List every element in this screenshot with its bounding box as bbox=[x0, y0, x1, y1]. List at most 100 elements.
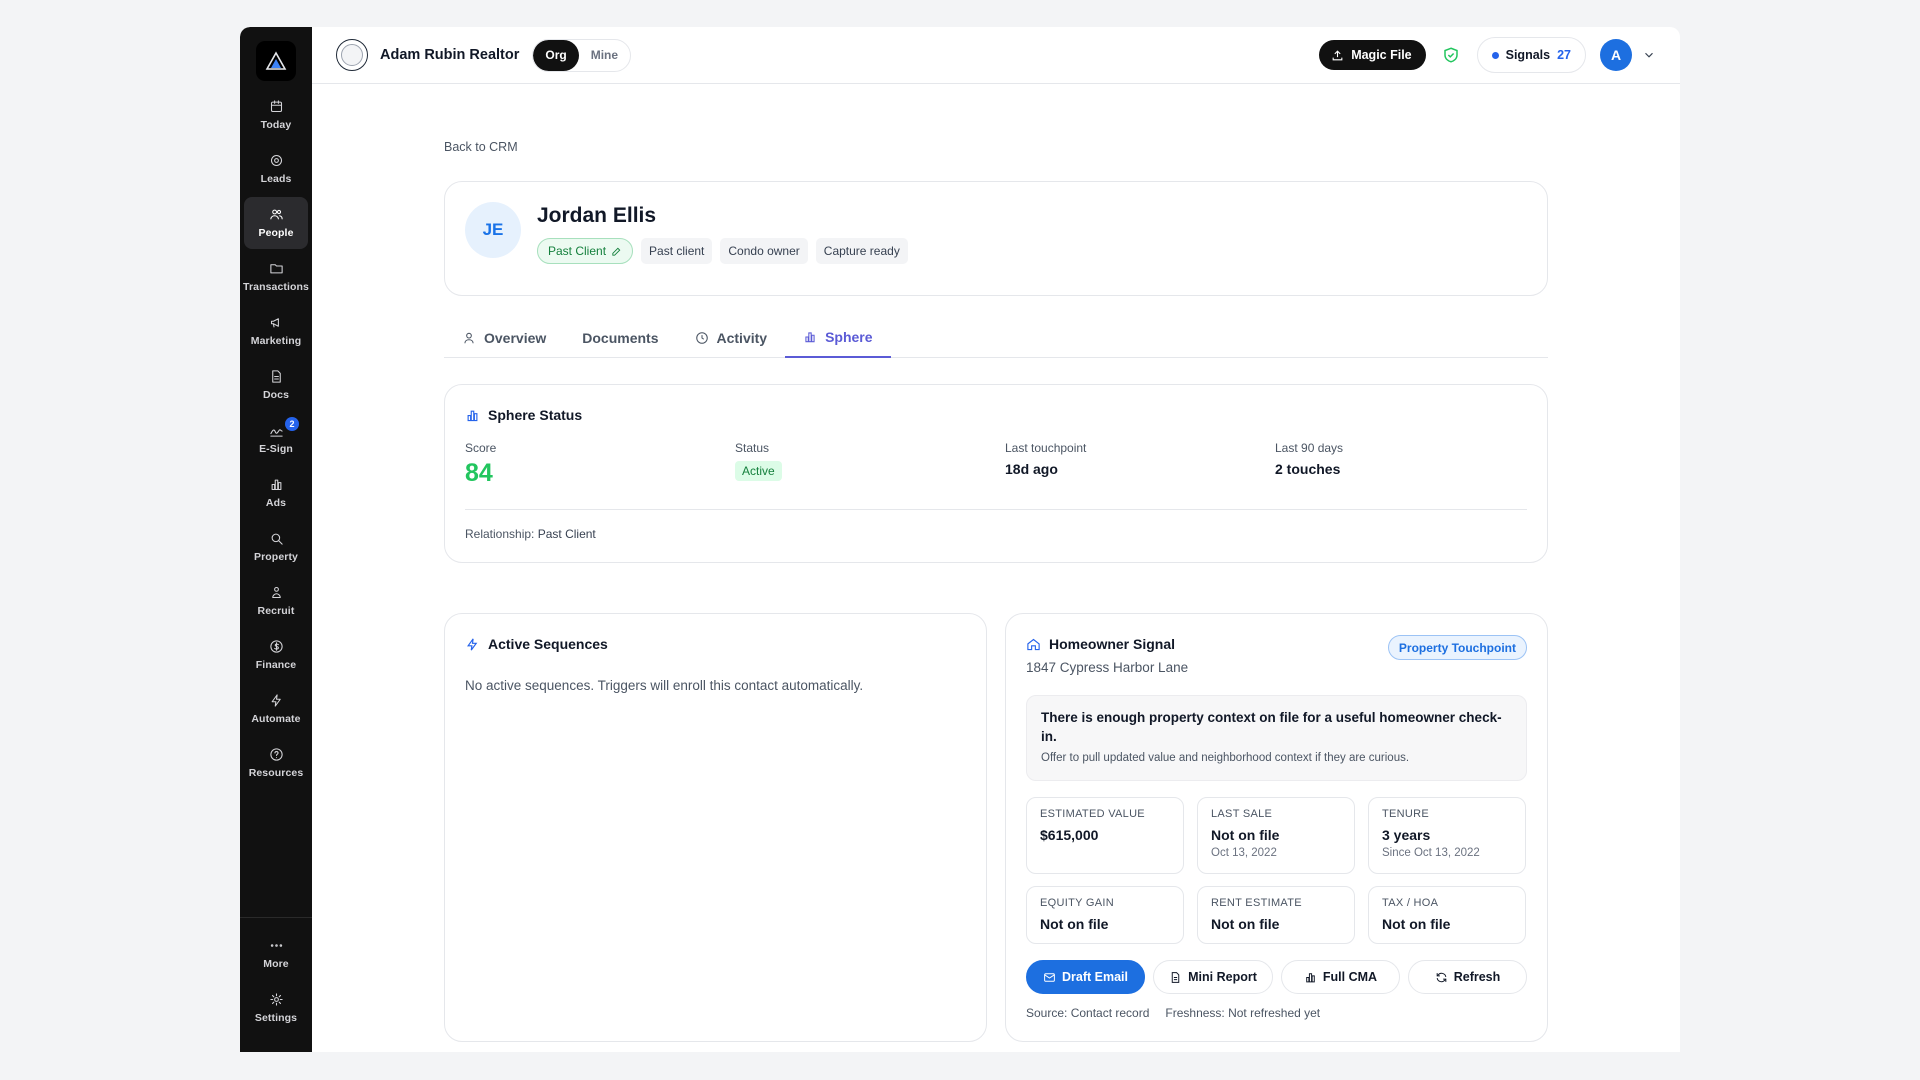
stat-label: Status bbox=[735, 441, 770, 455]
signals-button[interactable]: Signals 27 bbox=[1476, 37, 1586, 73]
sidebar-item-more[interactable]: More bbox=[244, 928, 308, 980]
org-logo[interactable] bbox=[336, 39, 368, 71]
metric-last-sale: LAST SALE Not on file Oct 13, 2022 bbox=[1197, 797, 1355, 874]
metric-value: Not on file bbox=[1211, 827, 1280, 843]
refresh-button[interactable]: Refresh bbox=[1408, 960, 1527, 994]
sidebar-item-e-sign[interactable]: E-Sign 2 bbox=[244, 413, 308, 465]
sidebar-item-label: Ads bbox=[265, 497, 287, 509]
more-icon bbox=[270, 944, 282, 947]
metric-tenure: TENURE 3 years Since Oct 13, 2022 bbox=[1368, 797, 1526, 874]
home-icon bbox=[1027, 638, 1040, 650]
sidebar-item-resources[interactable]: Resources bbox=[244, 737, 308, 789]
section-title: Homeowner Signal bbox=[1049, 636, 1176, 652]
calendar-icon bbox=[270, 100, 282, 113]
scope-mine-button[interactable]: Mine bbox=[579, 40, 630, 71]
sidebar-item-ads[interactable]: Ads bbox=[244, 467, 308, 519]
sidebar-item-today[interactable]: Today bbox=[244, 89, 308, 141]
button-label: Full CMA bbox=[1322, 970, 1378, 984]
tag-chip: Capture ready bbox=[815, 238, 908, 264]
draft-email-button[interactable]: Draft Email bbox=[1026, 960, 1145, 994]
sidebar-item-label: Automate bbox=[251, 713, 301, 725]
document-icon bbox=[271, 370, 281, 383]
sidebar-item-label: Docs bbox=[262, 389, 290, 401]
stat-value: 18d ago bbox=[1005, 461, 1058, 477]
shield-check-icon[interactable] bbox=[1442, 46, 1460, 64]
users-icon bbox=[271, 586, 281, 599]
sidebar-item-transactions[interactable]: Transactions bbox=[243, 251, 309, 303]
sidebar-item-property[interactable]: Property bbox=[244, 521, 308, 573]
status-stat: Status Active bbox=[735, 441, 782, 481]
app-logo[interactable] bbox=[256, 41, 296, 81]
tab-documents[interactable]: Documents bbox=[564, 318, 676, 358]
homeowner-signal-heading: Homeowner Signal bbox=[1026, 636, 1175, 652]
contact-avatar: JE bbox=[465, 202, 521, 258]
sidebar-item-settings[interactable]: Settings bbox=[244, 982, 308, 1034]
stage-chip[interactable]: Past Client bbox=[537, 238, 634, 264]
bar-chart-icon bbox=[271, 479, 281, 491]
section-title: Sphere Status bbox=[488, 407, 583, 423]
stat-label: Last 90 days bbox=[1275, 441, 1344, 455]
bar-chart-icon bbox=[467, 410, 478, 421]
sidebar-item-docs[interactable]: Docs bbox=[244, 359, 308, 411]
sidebar-item-label: Today bbox=[260, 119, 292, 131]
gear-icon bbox=[269, 993, 283, 1006]
metric-equity-gain: EQUITY GAIN Not on file bbox=[1026, 886, 1184, 944]
sidebar-item-leads[interactable]: Leads bbox=[244, 143, 308, 195]
scope-org-button[interactable]: Org bbox=[533, 39, 579, 71]
tab-sphere[interactable]: Sphere bbox=[785, 318, 891, 358]
full-cma-button[interactable]: Full CMA bbox=[1281, 960, 1400, 994]
tab-activity[interactable]: Activity bbox=[677, 318, 786, 358]
property-metrics: ESTIMATED VALUE $615,000 LAST SALE Not o… bbox=[1026, 797, 1527, 944]
homeowner-signal-card: Homeowner Signal 1847 Cypress Harbor Lan… bbox=[1005, 613, 1548, 1042]
megaphone-icon bbox=[270, 318, 279, 328]
stat-label: Last touchpoint bbox=[1005, 441, 1087, 455]
signals-count: 27 bbox=[1557, 48, 1571, 62]
empty-state-text: No active sequences. Triggers will enrol… bbox=[465, 678, 864, 693]
tab-overview[interactable]: Overview bbox=[444, 318, 564, 358]
bar-chart-icon bbox=[805, 332, 815, 343]
mini-report-button[interactable]: Mini Report bbox=[1153, 960, 1273, 994]
user-avatar[interactable]: A bbox=[1600, 39, 1632, 71]
magic-file-button[interactable]: Magic File bbox=[1319, 40, 1426, 70]
insight-headline: There is enough property context on file… bbox=[1041, 710, 1502, 744]
bar-chart-icon bbox=[1306, 972, 1315, 982]
upload-icon bbox=[1332, 49, 1343, 60]
folder-icon bbox=[269, 264, 283, 274]
metric-label: LAST SALE bbox=[1211, 808, 1273, 820]
back-to-crm-link[interactable]: Back to CRM bbox=[444, 140, 518, 154]
refresh-icon bbox=[1436, 972, 1447, 982]
insight-detail: Offer to pull updated value and neighbor… bbox=[1041, 752, 1410, 764]
sidebar-item-label: Recruit bbox=[257, 605, 295, 617]
signals-label: Signals bbox=[1505, 48, 1551, 62]
property-address: 1847 Cypress Harbor Lane bbox=[1026, 660, 1189, 675]
tag-chip: Condo owner bbox=[720, 238, 808, 264]
status-badge: Active bbox=[735, 461, 782, 481]
relationship-label: Relationship: bbox=[465, 527, 535, 541]
sidebar-item-label: Finance bbox=[255, 659, 297, 671]
sidebar-item-automate[interactable]: Automate bbox=[244, 683, 308, 735]
tab-label: Activity bbox=[716, 330, 768, 346]
sidebar-item-label: Marketing bbox=[250, 335, 302, 347]
tag-chip: Past client bbox=[641, 238, 713, 264]
tab-label: Sphere bbox=[825, 329, 873, 345]
chevron-down-icon[interactable] bbox=[1642, 48, 1656, 62]
sidebar-item-marketing[interactable]: Marketing bbox=[244, 305, 308, 357]
insight-box: There is enough property context on file… bbox=[1026, 695, 1527, 781]
sidebar-item-people[interactable]: People bbox=[244, 197, 308, 249]
sidebar-item-label: Settings bbox=[254, 1012, 298, 1024]
divider bbox=[465, 509, 1527, 510]
sidebar-item-recruit[interactable]: Recruit bbox=[244, 575, 308, 627]
metric-estimated-value: ESTIMATED VALUE $615,000 bbox=[1026, 797, 1184, 874]
scope-toggle: Org Mine bbox=[532, 38, 632, 72]
notification-badge: 2 bbox=[285, 417, 299, 431]
signature-icon bbox=[269, 429, 283, 437]
source-text: Source: Contact record bbox=[1026, 1006, 1150, 1020]
section-title: Active Sequences bbox=[488, 636, 608, 652]
sphere-status-heading: Sphere Status bbox=[465, 407, 582, 423]
sidebar-item-label: More bbox=[263, 958, 289, 970]
sidebar-item-finance[interactable]: Finance bbox=[244, 629, 308, 681]
contact-header-card: JE Jordan Ellis Past Client Past client … bbox=[444, 181, 1548, 296]
dollar-icon bbox=[269, 640, 283, 653]
source-info: Source: Contact record Freshness: Not re… bbox=[1026, 1006, 1320, 1020]
target-icon bbox=[270, 154, 282, 167]
